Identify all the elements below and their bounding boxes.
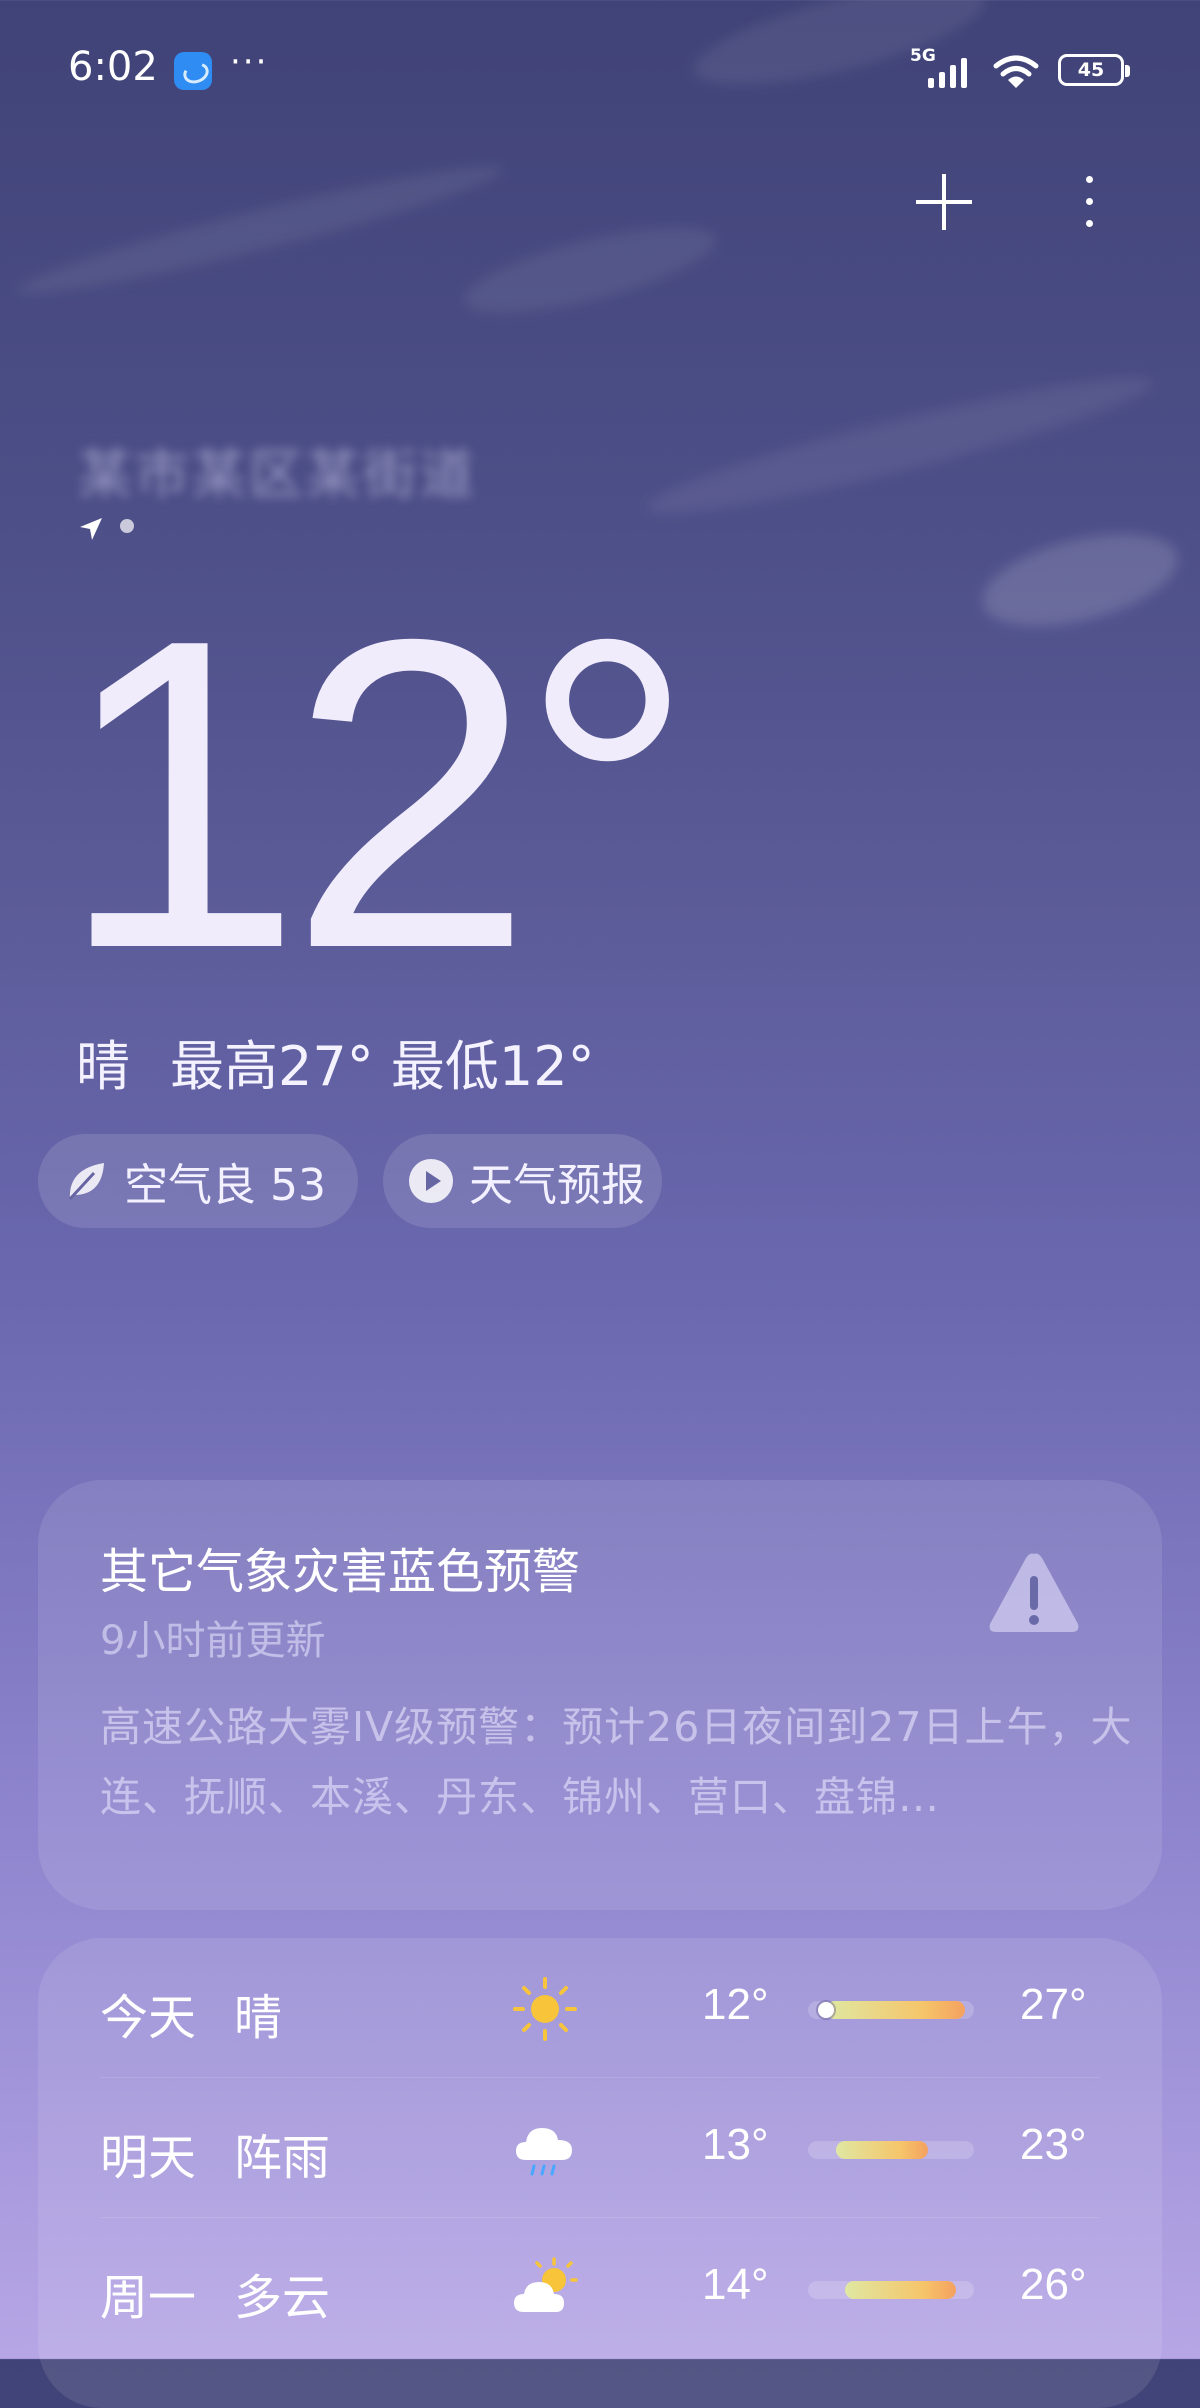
current-temperature: 12° — [58, 549, 695, 1040]
location-name[interactable]: 某市某区某街道 — [78, 430, 477, 509]
kebab-dot — [1086, 220, 1093, 227]
sun-icon — [513, 1977, 577, 2041]
forecast-low: 14° — [702, 2260, 769, 2309]
partly-cloudy-icon — [514, 2257, 578, 2312]
current-condition: 晴 — [76, 1035, 130, 1098]
temperature-range-fill — [844, 2281, 956, 2299]
page-indicator-dot — [120, 519, 134, 533]
forecast-day: 明天 — [100, 2130, 197, 2186]
cloud-streak — [456, 209, 724, 331]
air-quality-label: 空气良 53 — [124, 1160, 326, 1211]
forecast-high: 23° — [1020, 2120, 1087, 2169]
temperature-range-fill — [826, 2001, 965, 2019]
air-quality-chip[interactable]: 空气良 53 — [38, 1134, 358, 1228]
temperature-range-bar — [808, 2001, 974, 2019]
forecast-high: 27° — [1020, 1980, 1087, 2029]
temperature-range-bar — [808, 2281, 974, 2299]
network-type-label: 5G — [910, 46, 936, 66]
forecast-row[interactable]: 周一 多云 14° 26° — [100, 2217, 1100, 2358]
kebab-dot — [1086, 176, 1093, 183]
high-temperature: 最高27° — [170, 1035, 374, 1098]
clock: 6:02 — [68, 44, 158, 90]
forecast-high: 26° — [1020, 2260, 1087, 2309]
alert-title: 其它气象灾害蓝色预警 — [100, 1544, 581, 1600]
kebab-dot — [1086, 198, 1093, 205]
forecast-day: 周一 — [100, 2270, 197, 2326]
cloud-streak — [641, 357, 1159, 533]
forecast-row[interactable]: 今天 晴 12° 27° — [100, 1938, 1100, 2078]
alert-updated-time: 9小时前更新 — [100, 1618, 326, 1664]
forecast-day: 今天 — [100, 1990, 197, 2046]
forecast-low: 13° — [702, 2120, 769, 2169]
weather-forecast-video-chip[interactable]: 天气预报 — [383, 1134, 662, 1228]
wifi-icon — [993, 55, 1039, 88]
weather-app-icon — [174, 52, 212, 90]
warning-triangle-icon — [989, 1553, 1079, 1632]
battery-indicator: 45 — [1058, 54, 1130, 86]
forecast-condition: 晴 — [234, 1990, 283, 2046]
weather-forecast-label: 天气预报 — [469, 1160, 645, 1211]
add-city-button[interactable] — [914, 172, 974, 232]
status-bar: 6:02 ··· 5G 45 — [0, 0, 1200, 140]
weather-alert-card[interactable]: 其它气象灾害蓝色预警 9小时前更新 高速公路大雾IV级预警：预计26日夜间到27… — [38, 1480, 1162, 1910]
today-summary: 晴最高27° 最低12° — [76, 1022, 595, 1101]
forecast-row[interactable]: 明天 阵雨 13° 23° — [100, 2077, 1100, 2218]
low-temperature: 最低12° — [390, 1035, 595, 1098]
forecast-low: 12° — [702, 1980, 769, 2029]
leaf-icon — [68, 1163, 104, 1201]
forecast-condition: 多云 — [234, 2270, 331, 2326]
cloud-streak — [12, 150, 508, 310]
temperature-range-bar — [808, 2141, 974, 2159]
location-arrow-icon — [80, 518, 102, 540]
alert-description: 高速公路大雾IV级预警：预计26日夜间到27日上午，大连、抚顺、本溪、丹东、锦州… — [100, 1703, 1133, 1821]
play-icon — [409, 1159, 453, 1203]
more-options-button[interactable] — [1074, 172, 1104, 232]
forecast-condition: 阵雨 — [234, 2130, 331, 2186]
rain-cloud-icon — [516, 2128, 572, 2176]
daily-forecast-card: 今天 晴 12° 27° 明天 阵雨 13° 23° 周一 多云 14° 26° — [38, 1938, 1162, 2408]
more-notifications-icon: ··· — [230, 42, 269, 82]
cellular-signal-icon: 5G — [910, 46, 967, 88]
cloud-streak — [973, 516, 1187, 644]
temperature-range-fill — [835, 2141, 928, 2159]
